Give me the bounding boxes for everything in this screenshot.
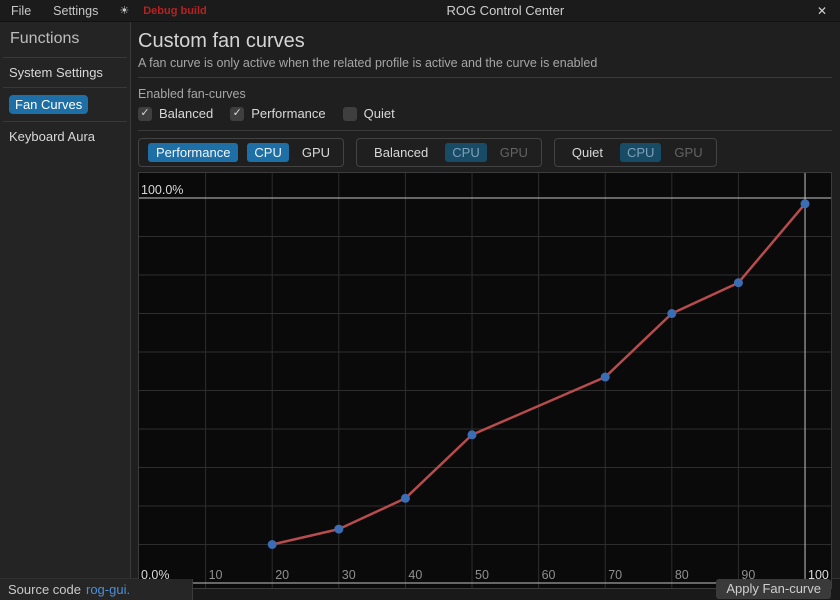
tab-quiet-cpu[interactable]: CPU bbox=[620, 143, 661, 162]
checkbox-label: Quiet bbox=[364, 106, 395, 121]
curve-point[interactable] bbox=[268, 540, 277, 549]
sidebar-item-label: System Settings bbox=[9, 63, 103, 82]
source-code-footer: Source code rog-gui. bbox=[0, 579, 193, 600]
curve-point[interactable] bbox=[734, 278, 743, 287]
footer-actions: Apply Fan-curve bbox=[193, 579, 840, 600]
divider bbox=[138, 77, 832, 78]
curve-point[interactable] bbox=[801, 199, 810, 208]
checkbox-icon: ✓ bbox=[230, 107, 244, 121]
checkbox-quiet[interactable]: Quiet bbox=[343, 106, 395, 121]
profile-group-quiet: Quiet CPU GPU bbox=[554, 138, 717, 167]
sidebar-item-label: Fan Curves bbox=[9, 95, 88, 114]
page-subtitle: A fan curve is only active when the rela… bbox=[138, 56, 832, 70]
sidebar-item-system-settings[interactable]: System Settings bbox=[0, 58, 130, 87]
checkbox-performance[interactable]: ✓ Performance bbox=[230, 106, 325, 121]
menu-file[interactable]: File bbox=[0, 4, 42, 18]
tab-quiet-gpu[interactable]: GPU bbox=[670, 143, 706, 162]
checkbox-icon bbox=[343, 107, 357, 121]
tab-balanced-cpu[interactable]: CPU bbox=[445, 143, 486, 162]
source-code-text: Source code bbox=[8, 582, 81, 597]
checkbox-icon: ✓ bbox=[138, 107, 152, 121]
curve-point[interactable] bbox=[401, 494, 410, 503]
profile-group-performance: Performance CPU GPU bbox=[138, 138, 344, 167]
checkbox-label: Balanced bbox=[159, 106, 213, 121]
menu-settings[interactable]: Settings bbox=[42, 4, 109, 18]
divider bbox=[138, 130, 832, 131]
profile-group-balanced: Balanced CPU GPU bbox=[356, 138, 542, 167]
debug-build-label: Debug build bbox=[143, 5, 207, 17]
tab-balanced[interactable]: Balanced bbox=[366, 143, 436, 162]
sidebar-header: Functions bbox=[0, 25, 130, 57]
window-title: ROG Control Center bbox=[207, 3, 804, 18]
tab-performance-cpu[interactable]: CPU bbox=[247, 143, 288, 162]
tab-performance-gpu[interactable]: GPU bbox=[298, 143, 334, 162]
enabled-fan-curves-row: ✓ Balanced ✓ Performance Quiet bbox=[138, 106, 832, 121]
main-panel: Custom fan curves A fan curve is only ac… bbox=[131, 22, 840, 578]
enabled-fan-curves-label: Enabled fan-curves bbox=[138, 87, 832, 101]
apply-fan-curve-button[interactable]: Apply Fan-curve bbox=[716, 579, 831, 599]
tab-quiet[interactable]: Quiet bbox=[564, 143, 611, 162]
profile-tab-row: Performance CPU GPU Balanced CPU GPU Qui… bbox=[138, 138, 832, 167]
check-icon: ✓ bbox=[140, 108, 149, 119]
app-body: Functions System Settings Fan Curves Key… bbox=[0, 22, 840, 578]
y-max-label: 100.0% bbox=[141, 183, 183, 197]
curve-point[interactable] bbox=[601, 373, 610, 382]
checkbox-label: Performance bbox=[251, 106, 325, 121]
curve-point[interactable] bbox=[667, 309, 676, 318]
sidebar-item-fan-curves[interactable]: Fan Curves bbox=[0, 88, 130, 121]
checkbox-balanced[interactable]: ✓ Balanced bbox=[138, 106, 213, 121]
source-code-link[interactable]: rog-gui. bbox=[86, 582, 130, 597]
sidebar-item-keyboard-aura[interactable]: Keyboard Aura bbox=[0, 122, 130, 151]
theme-sun-icon[interactable]: ☀ bbox=[119, 4, 129, 17]
sidebar: Functions System Settings Fan Curves Key… bbox=[0, 22, 131, 578]
fan-curve-plot[interactable]: 102030405060708090100100.0%0.0% bbox=[139, 173, 831, 588]
page-title: Custom fan curves bbox=[138, 30, 832, 53]
bottombar: Source code rog-gui. Apply Fan-curve bbox=[0, 578, 840, 600]
check-icon: ✓ bbox=[233, 108, 242, 119]
tab-balanced-gpu[interactable]: GPU bbox=[496, 143, 532, 162]
curve-point[interactable] bbox=[468, 430, 477, 439]
titlebar: File Settings ☀ Debug build ROG Control … bbox=[0, 0, 840, 22]
fan-curve-chart[interactable]: 102030405060708090100100.0%0.0% bbox=[138, 172, 832, 589]
tab-performance[interactable]: Performance bbox=[148, 143, 238, 162]
sidebar-item-label: Keyboard Aura bbox=[9, 127, 95, 146]
curve-point[interactable] bbox=[334, 525, 343, 534]
close-icon[interactable]: ✕ bbox=[804, 4, 840, 18]
